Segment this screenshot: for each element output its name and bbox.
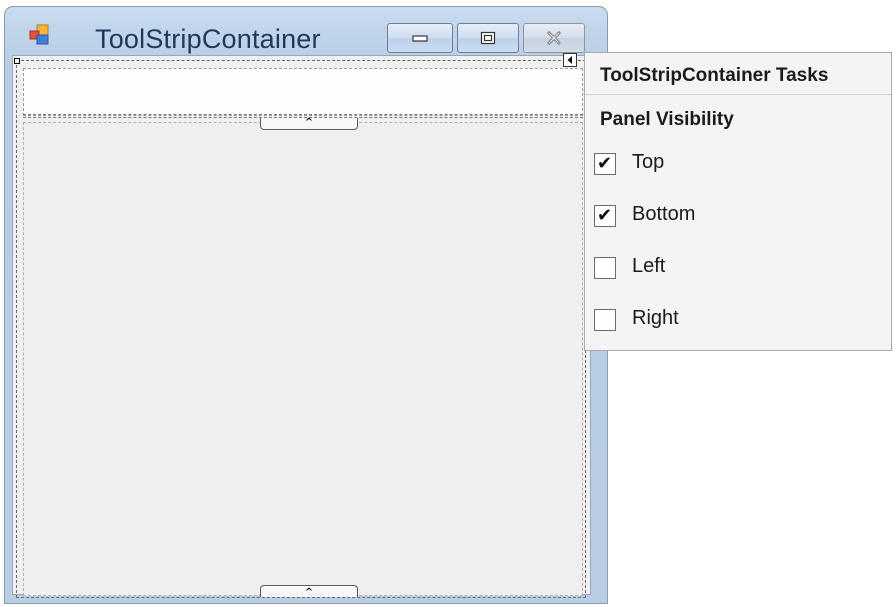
top-option-label: Top [632,151,665,173]
minimize-button[interactable] [387,23,453,53]
close-button[interactable] [523,23,585,53]
form-icon [29,24,49,45]
right-option-label: Right [632,307,679,329]
bottom-checkbox[interactable]: ✔ [594,205,616,227]
top-checkbox[interactable]: ✔ [594,153,616,175]
smart-tag-collapse-icon [567,56,572,64]
maximize-button[interactable] [457,23,519,53]
chevron-up-icon: ^ [304,587,314,598]
checkmark-icon: ✔ [597,205,613,226]
left-option-label: Left [632,255,666,277]
smart-tag-button[interactable] [563,53,577,67]
tasks-title: ToolStripContainer Tasks [600,65,829,86]
maximize-icon [480,31,496,45]
smart-tag-tasks-panel: ToolStripContainer Tasks Panel Visibilit… [584,52,892,351]
content-panel[interactable] [23,122,583,596]
top-panel-expander[interactable]: ^ [260,117,358,130]
close-icon [547,31,561,45]
selection-handle[interactable] [14,58,20,64]
bottom-panel-expander[interactable]: ^ [260,585,358,598]
chevron-up-icon: ^ [304,117,314,128]
minimize-icon [412,35,428,42]
bottom-option-label: Bottom [632,203,696,225]
tasks-header: ToolStripContainer Tasks [585,53,891,95]
window-title: ToolStripContainer [95,24,321,54]
right-checkbox[interactable] [594,309,616,331]
top-toolstrip-panel[interactable] [23,68,583,116]
left-checkbox[interactable] [594,257,616,279]
panel-visibility-heading: Panel Visibility [600,109,734,130]
checkmark-icon: ✔ [597,153,613,174]
